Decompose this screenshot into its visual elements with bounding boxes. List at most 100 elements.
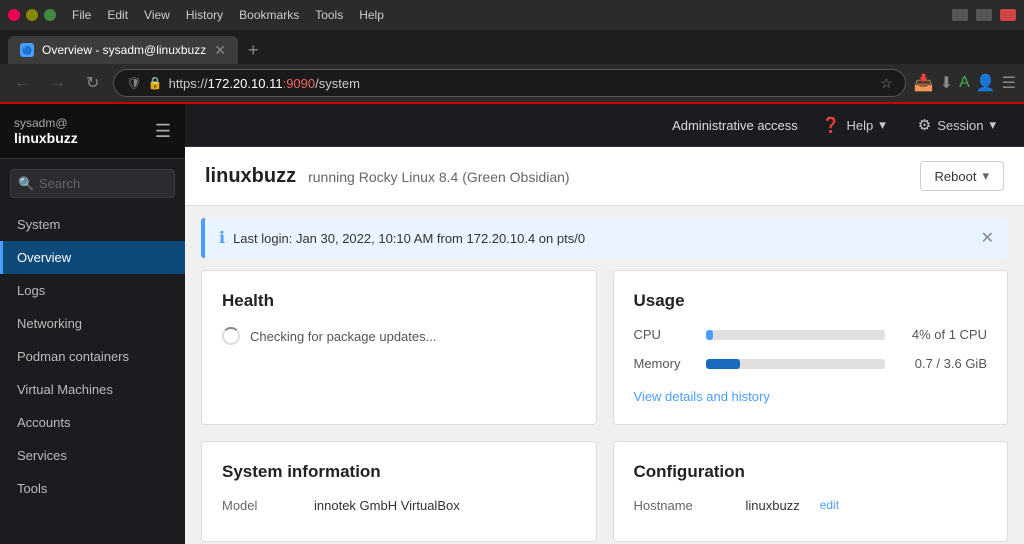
session-chevron-icon: ▾ bbox=[989, 117, 996, 133]
sidebar: sysadm@ linuxbuzz ☰ 🔍 System Overview Lo… bbox=[0, 104, 185, 544]
view-details-link[interactable]: View details and history bbox=[634, 389, 770, 404]
hostname-config-row: Hostname linuxbuzz edit bbox=[634, 498, 988, 513]
sidebar-item-services[interactable]: Services bbox=[0, 439, 185, 472]
main-content: Administrative access ❓ Help ▾ ⚙ Session… bbox=[185, 104, 1024, 544]
health-card: Health Checking for package updates... bbox=[201, 270, 597, 425]
loading-spinner bbox=[222, 327, 240, 345]
model-label: Model bbox=[222, 498, 302, 513]
url-port: :9090 bbox=[283, 76, 316, 91]
reboot-label: Reboot bbox=[935, 169, 977, 184]
sidebar-nav: System Overview Logs Networking Podman c… bbox=[0, 208, 185, 544]
sidebar-hostname: linuxbuzz bbox=[14, 130, 78, 146]
alert-close-button[interactable]: ✕ bbox=[981, 228, 994, 248]
alert-content: ℹ Last login: Jan 30, 2022, 10:10 AM fro… bbox=[219, 228, 585, 248]
url-bar[interactable]: 🛡 🔒 https://172.20.10.11:9090/system ☆ bbox=[113, 69, 905, 97]
page-header: linuxbuzz running Rocky Linux 8.4 (Green… bbox=[185, 147, 1024, 206]
top-bar: Administrative access ❓ Help ▾ ⚙ Session… bbox=[185, 104, 1024, 147]
config-title: Configuration bbox=[634, 462, 988, 482]
search-input[interactable] bbox=[10, 169, 175, 198]
cpu-label: CPU bbox=[634, 327, 694, 342]
alert-banner: ℹ Last login: Jan 30, 2022, 10:10 AM fro… bbox=[201, 218, 1008, 258]
admin-access-label: Administrative access bbox=[672, 118, 798, 133]
memory-usage-row: Memory 0.7 / 3.6 GiB bbox=[634, 356, 988, 371]
window-maximize-button[interactable] bbox=[44, 9, 56, 21]
search-icon: 🔍 bbox=[18, 176, 34, 192]
back-button[interactable]: ← bbox=[8, 70, 36, 96]
extension-icon[interactable]: A bbox=[959, 74, 970, 92]
help-button[interactable]: ❓ Help ▾ bbox=[814, 112, 894, 138]
usage-card: Usage CPU 4% of 1 CPU Memory 0.7 / 3.6 G… bbox=[613, 270, 1009, 425]
sidebar-item-overview[interactable]: Overview bbox=[0, 241, 185, 274]
navigation-bar: ← → ↻ 🛡 🔒 https://172.20.10.11:9090/syst… bbox=[0, 64, 1024, 104]
menu-tools[interactable]: Tools bbox=[315, 8, 343, 22]
url-text: https://172.20.10.11:9090/system bbox=[169, 76, 875, 91]
sidebar-item-logs[interactable]: Logs bbox=[0, 274, 185, 307]
menu-bookmarks[interactable]: Bookmarks bbox=[239, 8, 299, 22]
sidebar-item-podman[interactable]: Podman containers bbox=[0, 340, 185, 373]
reload-button[interactable]: ↻ bbox=[80, 69, 105, 97]
content-grid: Health Checking for package updates... U… bbox=[185, 270, 1024, 544]
sidebar-item-label: Virtual Machines bbox=[17, 382, 113, 397]
menu-file[interactable]: File bbox=[72, 8, 91, 22]
memory-bar-container bbox=[706, 359, 886, 369]
help-chevron-icon: ▾ bbox=[879, 117, 886, 133]
new-tab-button[interactable]: + bbox=[240, 36, 267, 64]
close-button[interactable] bbox=[1000, 9, 1016, 21]
sidebar-user-info: sysadm@ linuxbuzz bbox=[14, 116, 78, 146]
minimize-button[interactable] bbox=[952, 9, 968, 21]
sidebar-search-container: 🔍 bbox=[0, 159, 185, 208]
active-tab[interactable]: 🔵 Overview - sysadm@linuxbuzz ✕ bbox=[8, 36, 238, 64]
browser-menubar: File Edit View History Bookmarks Tools H… bbox=[0, 0, 1024, 30]
pocket-icon[interactable]: 📥 bbox=[914, 73, 934, 93]
sidebar-toggle-icon[interactable]: ☰ bbox=[155, 121, 171, 142]
help-label: Help bbox=[846, 118, 873, 133]
menu-history[interactable]: History bbox=[186, 8, 223, 22]
sidebar-item-system[interactable]: System bbox=[0, 208, 185, 241]
sidebar-item-tools[interactable]: Tools bbox=[0, 472, 185, 505]
cpu-value: 4% of 1 CPU bbox=[897, 327, 987, 342]
sidebar-username: sysadm@ bbox=[14, 116, 78, 130]
nav-right-buttons: 📥 ⬇ A 👤 ☰ bbox=[914, 73, 1016, 93]
sidebar-item-label: System bbox=[17, 217, 60, 232]
sidebar-header: sysadm@ linuxbuzz ☰ bbox=[0, 104, 185, 159]
menu-edit[interactable]: Edit bbox=[107, 8, 128, 22]
hostname-config-label: Hostname bbox=[634, 498, 734, 513]
download-icon[interactable]: ⬇ bbox=[940, 73, 953, 93]
sidebar-item-label: Services bbox=[17, 448, 67, 463]
url-path: /system bbox=[315, 76, 360, 91]
reboot-button[interactable]: Reboot ▾ bbox=[920, 161, 1004, 191]
health-checking-label: Checking for package updates... bbox=[250, 329, 436, 344]
sidebar-item-accounts[interactable]: Accounts bbox=[0, 406, 185, 439]
info-icon: ℹ bbox=[219, 228, 225, 248]
profile-icon[interactable]: 👤 bbox=[976, 73, 996, 93]
window-controls bbox=[8, 9, 56, 21]
url-protocol: https:// bbox=[169, 76, 208, 91]
tab-bar: 🔵 Overview - sysadm@linuxbuzz ✕ + bbox=[0, 30, 1024, 64]
sidebar-item-label: Podman containers bbox=[17, 349, 129, 364]
tab-favicon-icon: 🔵 bbox=[20, 43, 34, 57]
cpu-bar bbox=[706, 330, 713, 340]
menu-help[interactable]: Help bbox=[359, 8, 384, 22]
sidebar-item-vms[interactable]: Virtual Machines bbox=[0, 373, 185, 406]
usage-title: Usage bbox=[634, 291, 988, 311]
page-hostname: linuxbuzz bbox=[205, 165, 296, 188]
restore-button[interactable] bbox=[976, 9, 992, 21]
sidebar-item-label: Tools bbox=[17, 481, 47, 496]
session-button[interactable]: ⚙ Session ▾ bbox=[910, 112, 1004, 138]
model-value: innotek GmbH VirtualBox bbox=[314, 498, 460, 513]
forward-button[interactable]: → bbox=[44, 70, 72, 96]
bookmark-star-icon[interactable]: ☆ bbox=[880, 75, 893, 92]
tab-close-button[interactable]: ✕ bbox=[214, 42, 226, 59]
config-card: Configuration Hostname linuxbuzz edit bbox=[613, 441, 1009, 542]
hostname-edit-link[interactable]: edit bbox=[820, 498, 839, 513]
sidebar-item-label: Logs bbox=[17, 283, 45, 298]
app-layout: sysadm@ linuxbuzz ☰ 🔍 System Overview Lo… bbox=[0, 104, 1024, 544]
system-info-card: System information Model innotek GmbH Vi… bbox=[201, 441, 597, 542]
sidebar-item-networking[interactable]: Networking bbox=[0, 307, 185, 340]
url-host: 172.20.10.11 bbox=[208, 76, 283, 91]
window-close-button[interactable] bbox=[8, 9, 20, 21]
menu-view[interactable]: View bbox=[144, 8, 170, 22]
health-title: Health bbox=[222, 291, 576, 311]
window-minimize-button[interactable] bbox=[26, 9, 38, 21]
menu-icon[interactable]: ☰ bbox=[1002, 73, 1016, 93]
